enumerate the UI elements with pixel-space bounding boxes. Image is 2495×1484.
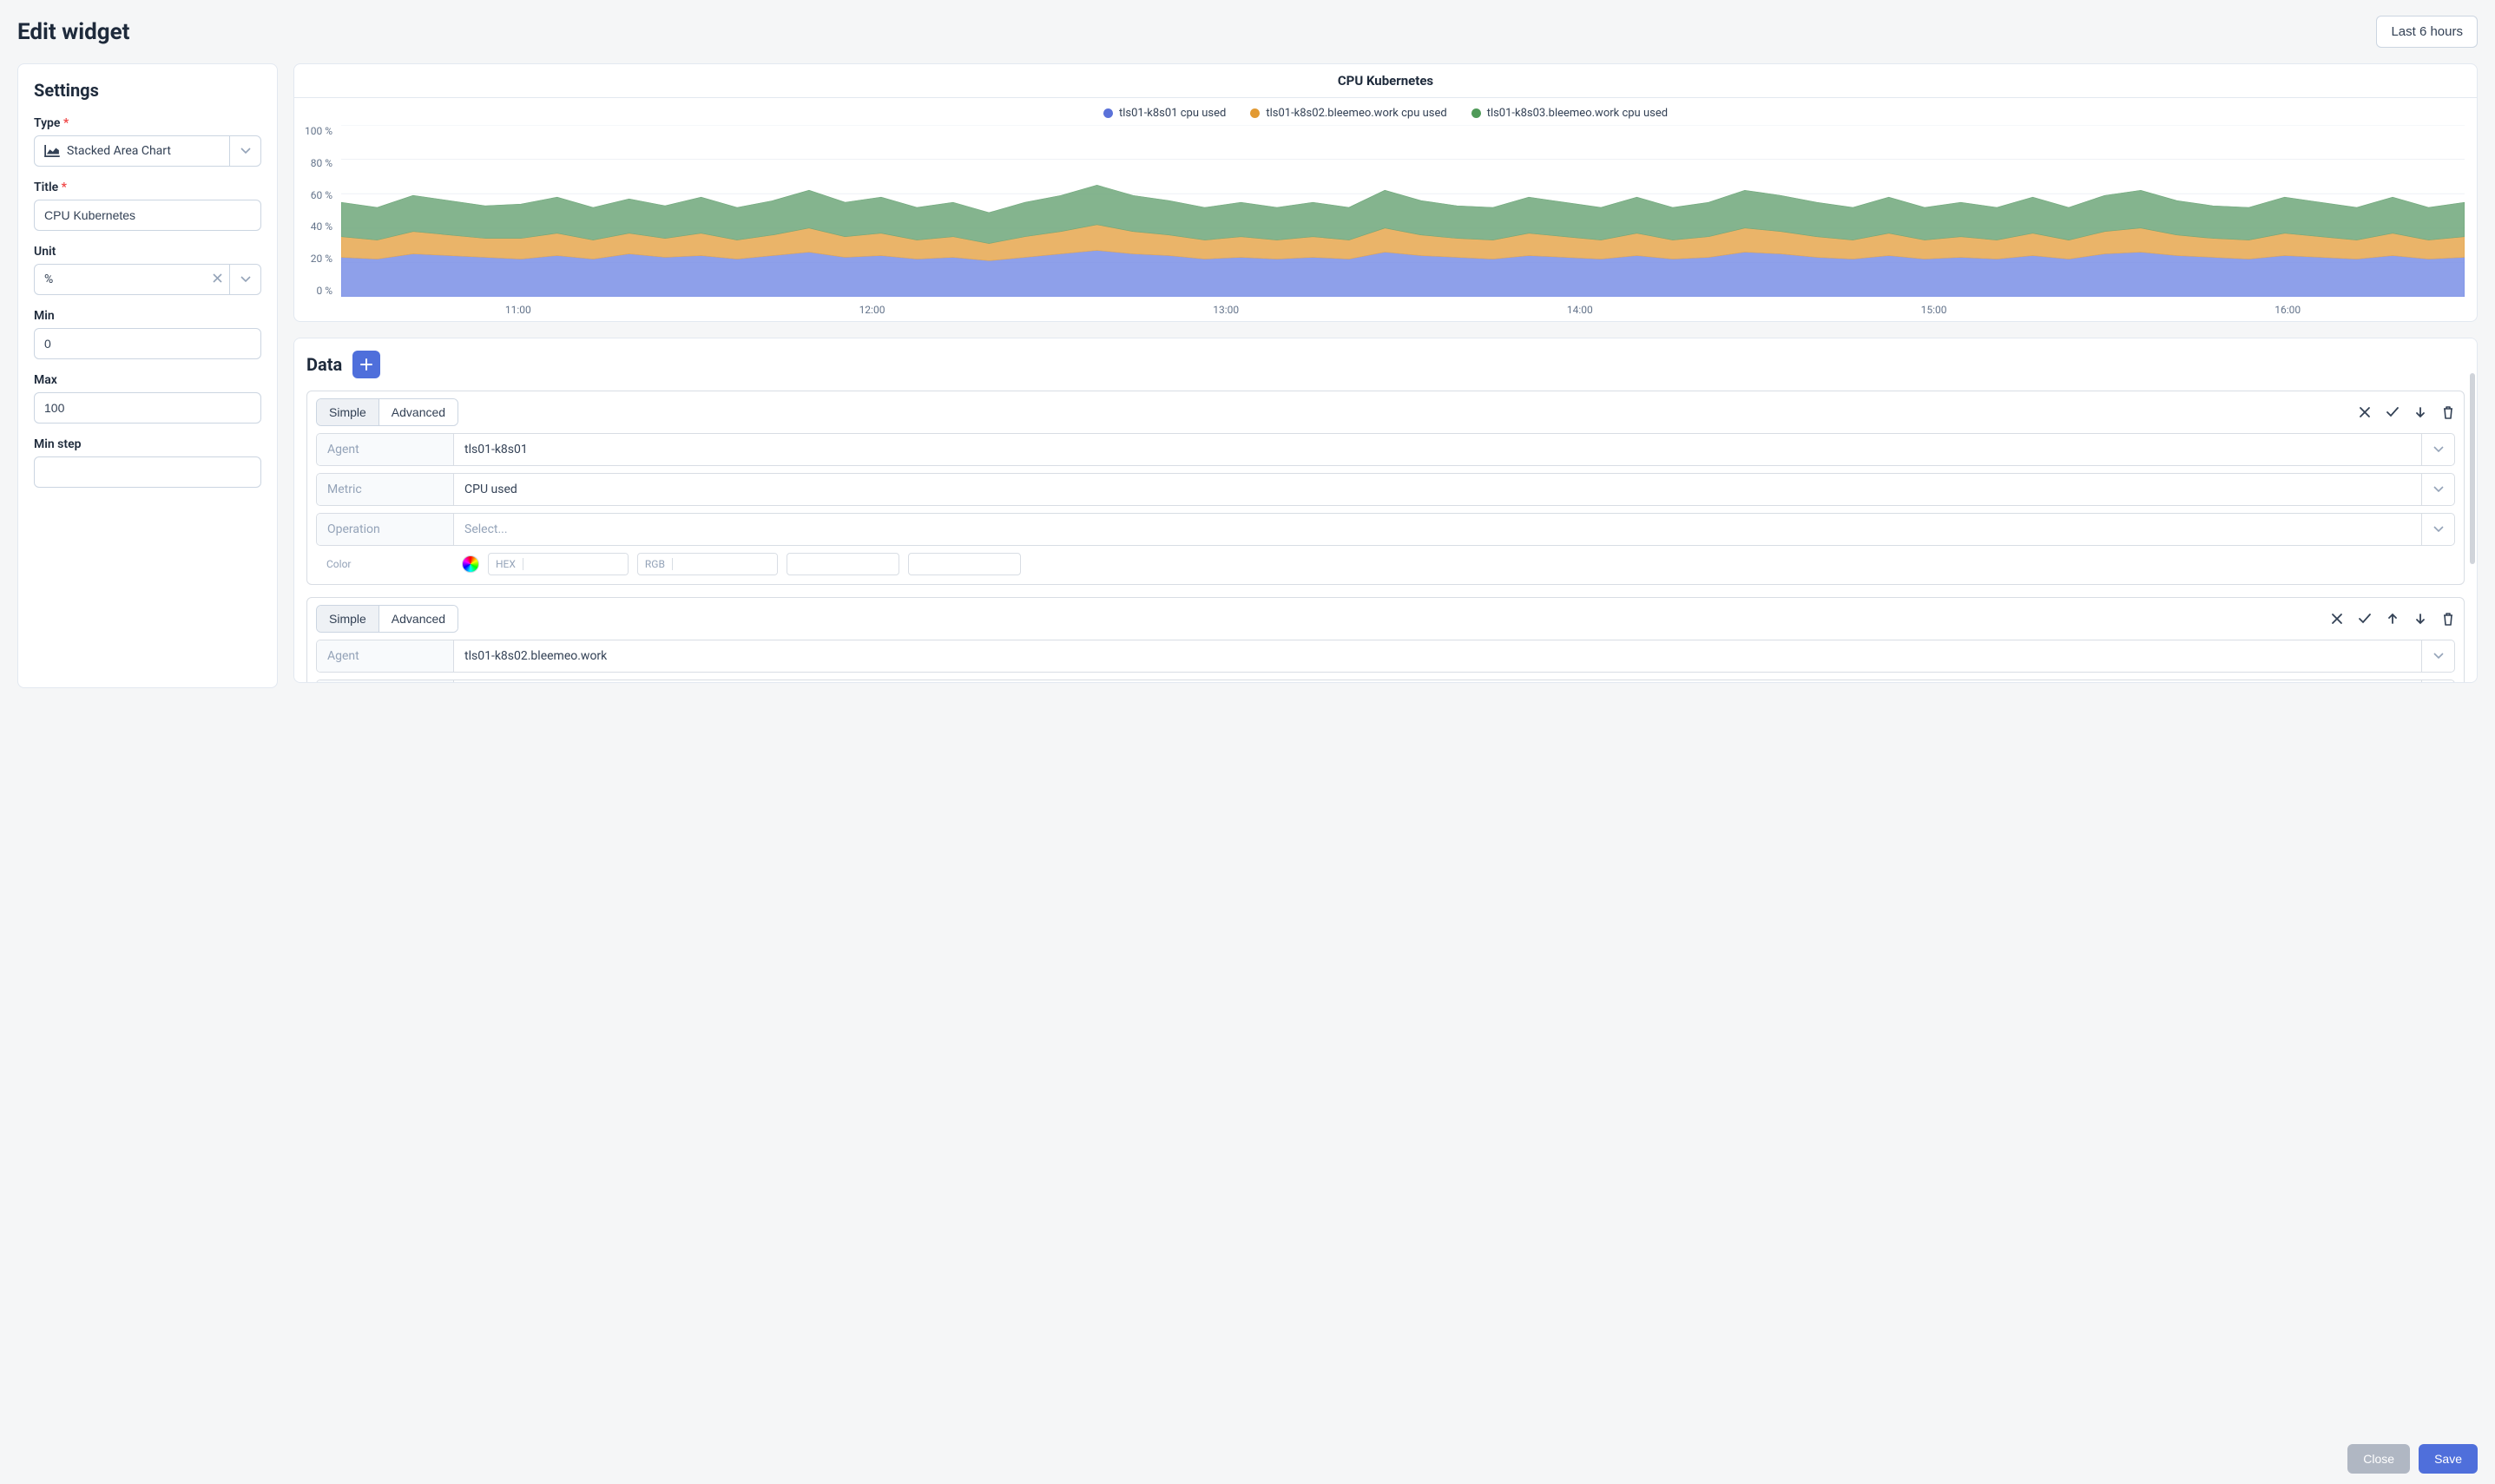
rgb-input[interactable]: RGB <box>637 553 778 575</box>
x-axis-labels: 11:0012:0013:0014:0015:0016:00 <box>341 304 2465 316</box>
move-down-icon[interactable] <box>2413 405 2427 419</box>
operation-label: Operation <box>317 514 454 545</box>
settings-heading: Settings <box>34 80 261 101</box>
mode-toggle: Simple Advanced <box>316 398 458 426</box>
chevron-down-icon <box>229 265 260 294</box>
time-range-button[interactable]: Last 6 hours <box>2376 16 2478 48</box>
color-row: Color HEX RGB <box>316 553 2455 575</box>
remove-series-icon[interactable] <box>2358 405 2372 419</box>
agent-value: tls01-k8s02.bleemeo.work <box>454 640 2421 672</box>
legend-label: tls01-k8s02.bleemeo.work cpu used <box>1266 107 1446 120</box>
remove-series-icon[interactable] <box>2330 612 2344 626</box>
delete-series-icon[interactable] <box>2441 405 2455 419</box>
min-input[interactable] <box>34 328 261 359</box>
series-card: Simple Advanced Agent tls01-k8s02.bleeme… <box>306 597 2465 683</box>
metric-label: Metric <box>317 680 454 683</box>
data-heading: Data <box>306 354 342 375</box>
simple-tab[interactable]: Simple <box>317 606 379 632</box>
move-up-icon[interactable] <box>2386 612 2400 626</box>
legend-item[interactable]: tls01-k8s01 cpu used <box>1103 107 1226 120</box>
metric-field[interactable]: Metric CPU used <box>316 473 2455 506</box>
metric-value: CPU used <box>454 474 2421 505</box>
title-label: Title * <box>34 181 261 194</box>
chevron-down-icon <box>2421 474 2454 505</box>
minstep-input[interactable] <box>34 456 261 488</box>
operation-value: Select... <box>454 514 2421 545</box>
chevron-down-icon <box>2421 434 2454 465</box>
unit-select[interactable]: % <box>34 264 261 295</box>
metric-label: Metric <box>317 474 454 505</box>
agent-label: Agent <box>317 640 454 672</box>
agent-label: Agent <box>317 434 454 465</box>
min-label: Min <box>34 309 261 323</box>
title-input[interactable] <box>34 200 261 231</box>
chart-title: CPU Kubernetes <box>294 64 2477 98</box>
operation-field[interactable]: Operation Select... <box>316 513 2455 546</box>
chevron-down-icon <box>229 136 260 166</box>
chevron-down-icon <box>2421 514 2454 545</box>
mode-toggle: Simple Advanced <box>316 605 458 633</box>
confirm-series-icon[interactable] <box>2358 612 2372 626</box>
metric-field[interactable]: Metric CPU used <box>316 680 2455 683</box>
agent-field[interactable]: Agent tls01-k8s01 <box>316 433 2455 466</box>
legend-dot <box>1471 108 1481 118</box>
chart-panel: CPU Kubernetes tls01-k8s01 cpu usedtls01… <box>293 63 2478 322</box>
legend-item[interactable]: tls01-k8s03.bleemeo.work cpu used <box>1471 107 1668 120</box>
type-label: Type * <box>34 116 261 130</box>
plus-icon <box>360 358 372 371</box>
max-label: Max <box>34 373 261 387</box>
add-series-button[interactable] <box>352 351 380 378</box>
minstep-label: Min step <box>34 437 261 451</box>
color-label: Color <box>316 555 453 574</box>
move-down-icon[interactable] <box>2413 612 2427 626</box>
simple-tab[interactable]: Simple <box>317 399 379 425</box>
unit-label: Unit <box>34 245 261 259</box>
close-button[interactable]: Close <box>2347 1444 2410 1474</box>
chart-legend: tls01-k8s01 cpu used tls01-k8s02.bleemeo.… <box>294 98 2477 121</box>
stacked-area-chart <box>341 125 2465 297</box>
legend-dot <box>1250 108 1260 118</box>
agent-value: tls01-k8s01 <box>454 434 2421 465</box>
rgb-extra-1[interactable] <box>787 553 899 575</box>
chevron-down-icon <box>2421 640 2454 672</box>
max-input[interactable] <box>34 392 261 424</box>
settings-panel: Settings Type * Stacked Area Chart <box>17 63 278 688</box>
chevron-down-icon <box>2421 680 2454 683</box>
stacked-area-icon <box>44 145 60 157</box>
color-wheel-icon[interactable] <box>462 555 479 573</box>
agent-field[interactable]: Agent tls01-k8s02.bleemeo.work <box>316 640 2455 673</box>
advanced-tab[interactable]: Advanced <box>379 399 458 425</box>
footer-bar: Close Save <box>0 1434 2495 1484</box>
legend-label: tls01-k8s01 cpu used <box>1119 107 1226 120</box>
clear-unit-icon[interactable] <box>206 273 229 286</box>
legend-label: tls01-k8s03.bleemeo.work cpu used <box>1487 107 1668 120</box>
save-button[interactable]: Save <box>2419 1444 2478 1474</box>
advanced-tab[interactable]: Advanced <box>379 606 458 632</box>
hex-input[interactable]: HEX <box>488 553 629 575</box>
rgb-extra-2[interactable] <box>908 553 1021 575</box>
delete-series-icon[interactable] <box>2441 612 2455 626</box>
metric-value: CPU used <box>454 680 2421 683</box>
confirm-series-icon[interactable] <box>2386 405 2400 419</box>
y-axis-labels: 100 %80 %60 %40 %20 %0 % <box>294 125 338 297</box>
type-select[interactable]: Stacked Area Chart <box>34 135 261 167</box>
legend-dot <box>1103 108 1113 118</box>
page-title: Edit widget <box>17 19 129 45</box>
scrollbar[interactable] <box>2470 373 2475 564</box>
series-card: Simple Advanced Agent tls01-k8s01 Metric… <box>306 391 2465 585</box>
data-panel: Data Simple Advanced Agent t <box>293 338 2478 683</box>
legend-item[interactable]: tls01-k8s02.bleemeo.work cpu used <box>1250 107 1446 120</box>
